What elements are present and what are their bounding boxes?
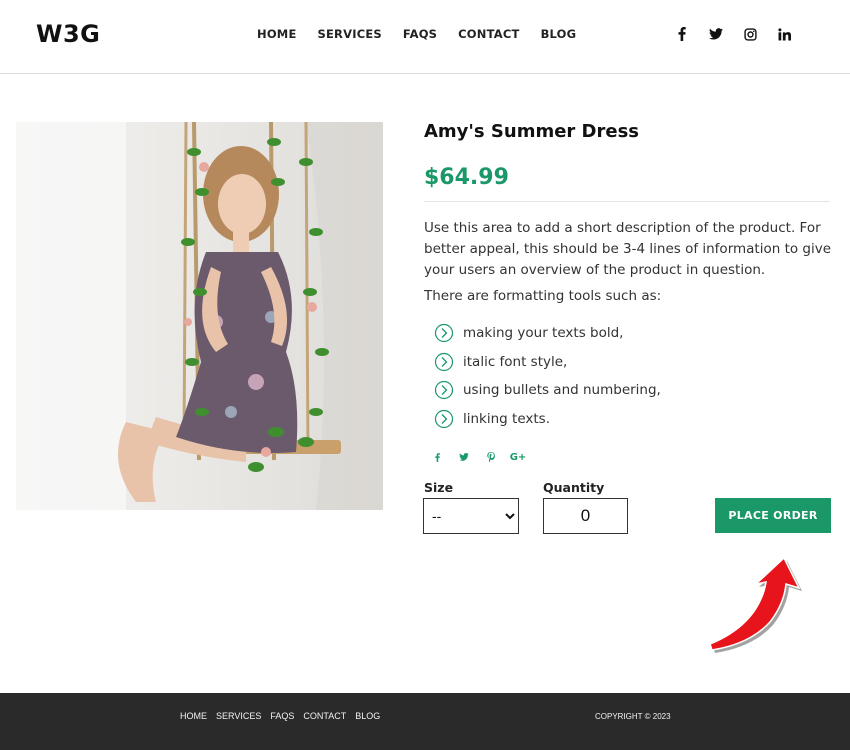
list-item: italic font style, — [434, 348, 661, 377]
size-select[interactable]: -- — [423, 498, 519, 534]
chevron-circle-icon — [434, 352, 454, 372]
chevron-circle-icon — [434, 323, 454, 343]
linkedin-icon[interactable] — [774, 24, 794, 44]
google-plus-icon[interactable]: G+ — [510, 450, 527, 464]
footer-nav-blog[interactable]: BLOG — [355, 711, 380, 721]
facebook-icon[interactable] — [672, 24, 692, 44]
share-links: G+ — [431, 450, 527, 464]
nav-home[interactable]: HOME — [257, 27, 297, 41]
product-image — [16, 122, 383, 510]
site-footer: HOME SERVICES FAQS CONTACT BLOG COPYRIGH… — [0, 693, 850, 750]
copyright-text: COPYRIGHT © 2023 — [595, 712, 671, 721]
footer-nav-contact[interactable]: CONTACT — [303, 711, 346, 721]
instagram-icon[interactable] — [740, 24, 760, 44]
footer-nav-services[interactable]: SERVICES — [216, 711, 261, 721]
main-nav: HOME SERVICES FAQS CONTACT BLOG — [257, 27, 576, 41]
formatting-intro: There are formatting tools such as: — [424, 288, 662, 304]
twitter-icon[interactable] — [706, 24, 726, 44]
list-item-text: linking texts. — [463, 410, 551, 427]
footer-nav-home[interactable]: HOME — [180, 711, 207, 721]
list-item-text: making your texts bold, — [463, 325, 624, 342]
nav-faqs[interactable]: FAQS — [403, 27, 437, 41]
list-item-text: italic font style, — [463, 353, 568, 370]
feature-list: making your texts bold, italic font styl… — [434, 319, 661, 433]
size-label: Size — [424, 480, 454, 495]
list-item-text: using bullets and numbering, — [463, 382, 661, 399]
quantity-label: Quantity — [543, 480, 605, 495]
nav-contact[interactable]: CONTACT — [458, 27, 519, 41]
nav-blog[interactable]: BLOG — [541, 27, 577, 41]
divider — [424, 201, 830, 202]
product-description: Use this area to add a short description… — [424, 220, 832, 278]
product-title: Amy's Summer Dress — [424, 121, 640, 142]
quantity-input[interactable] — [543, 498, 628, 534]
pinterest-icon[interactable] — [485, 450, 497, 464]
nav-services[interactable]: SERVICES — [318, 27, 382, 41]
list-item: linking texts. — [434, 405, 661, 434]
red-arrow-annotation — [709, 556, 802, 653]
footer-nav: HOME SERVICES FAQS CONTACT BLOG — [180, 711, 380, 721]
footer-nav-faqs[interactable]: FAQS — [270, 711, 294, 721]
place-order-button[interactable]: PLACE ORDER — [715, 498, 831, 533]
list-item: making your texts bold, — [434, 319, 661, 348]
twitter-icon[interactable] — [458, 450, 470, 464]
site-header: W3G HOME SERVICES FAQS CONTACT BLOG — [0, 0, 850, 74]
social-links — [672, 24, 794, 44]
facebook-icon[interactable] — [431, 450, 443, 464]
site-logo[interactable]: W3G — [36, 20, 100, 48]
chevron-circle-icon — [434, 380, 454, 400]
list-item: using bullets and numbering, — [434, 376, 661, 405]
chevron-circle-icon — [434, 409, 454, 429]
product-price: $64.99 — [424, 165, 509, 190]
